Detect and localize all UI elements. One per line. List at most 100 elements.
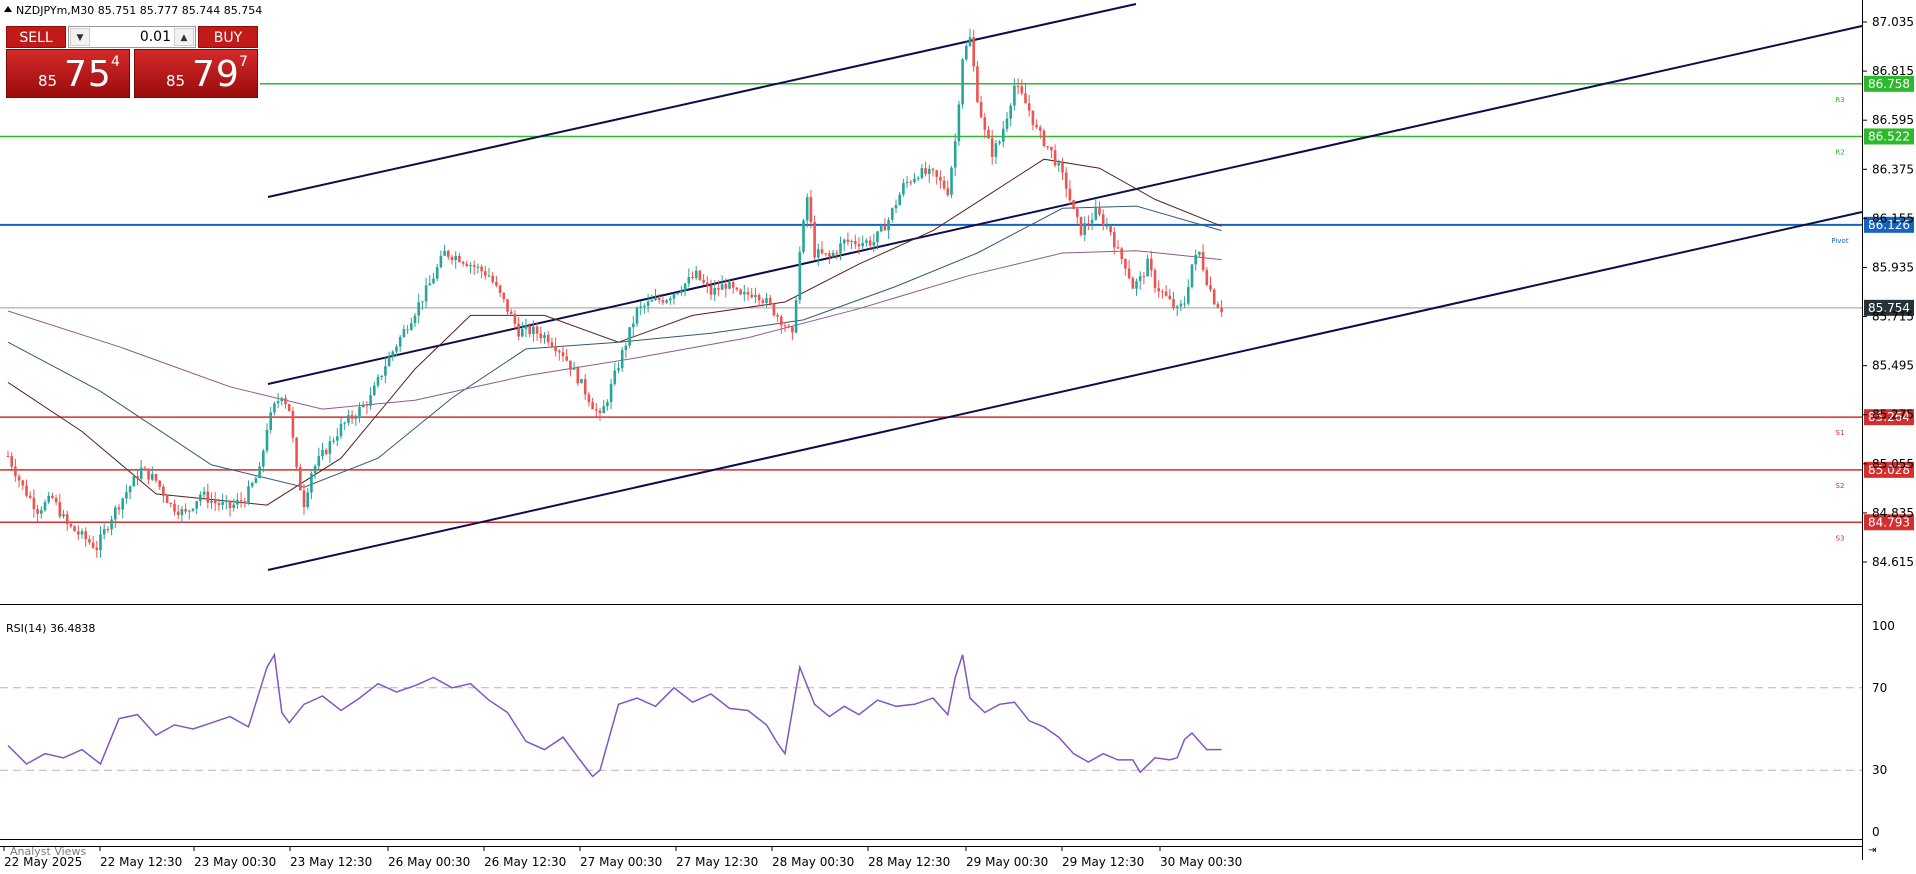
candle-body <box>91 542 95 548</box>
candle-body <box>480 266 483 272</box>
candle-body <box>1057 162 1061 166</box>
candle-body <box>731 282 735 288</box>
candle-body <box>99 534 102 551</box>
candle-body <box>1002 128 1005 142</box>
candle-body <box>550 342 554 347</box>
candle-body <box>336 436 339 441</box>
price-chart[interactable]: 86.758R386.522R286.126Pivot85.264S185.02… <box>0 0 1916 874</box>
candle-body <box>813 222 816 258</box>
candle-body <box>950 167 953 195</box>
candle-body <box>14 466 17 477</box>
price-tick-label: 86.595 <box>1872 113 1914 127</box>
candle-body <box>513 314 517 324</box>
candle-body <box>269 412 272 430</box>
candle-body <box>284 398 287 405</box>
lot-increase-icon[interactable]: ▲ <box>174 28 194 46</box>
candle-body <box>646 301 650 306</box>
candle-body <box>173 503 176 512</box>
lot-decrease-icon[interactable]: ▼ <box>70 28 90 46</box>
candle-body <box>280 398 284 402</box>
candle-body <box>10 456 13 467</box>
candle-body <box>395 346 398 352</box>
sell-button[interactable]: SELL <box>6 26 66 48</box>
sell-price-box[interactable]: 85 75 4 <box>6 49 130 98</box>
candle-body <box>728 282 731 289</box>
time-tick-label: 22 May 2025 <box>4 855 82 869</box>
candle-body <box>576 367 580 384</box>
level-tag-label: S1 <box>1836 429 1845 437</box>
candle-body <box>188 510 191 512</box>
candle-body <box>1109 225 1112 233</box>
candle-body <box>717 288 720 290</box>
candle-body <box>484 271 487 276</box>
candle-body <box>69 524 73 527</box>
buy-price-fraction: 7 <box>239 54 248 70</box>
candle-body <box>561 352 565 357</box>
candle-body <box>291 411 295 438</box>
level-tag-label: S2 <box>1836 482 1845 490</box>
candle-body <box>114 507 117 520</box>
candle-body <box>898 194 901 206</box>
one-click-trading-panel: SELL ▼ 0.01 ▲ BUY 85 75 4 85 79 7 <box>6 26 258 98</box>
buy-button[interactable]: BUY <box>198 26 258 48</box>
candle-body <box>454 255 457 261</box>
candle-body <box>665 300 668 303</box>
candle-body <box>835 252 839 254</box>
candle-body <box>228 500 232 508</box>
level-value-label: 86.758 <box>1868 77 1910 91</box>
candle-body <box>491 275 494 282</box>
lot-size-input[interactable]: 0.01 <box>91 27 171 47</box>
candle-body <box>6 456 10 458</box>
symbol-info-text: NZDJPYm,M30 85.751 85.777 85.744 85.754 <box>16 4 262 17</box>
time-tick-label: 28 May 12:30 <box>868 855 950 869</box>
candle-body <box>828 253 831 257</box>
candle-body <box>321 449 324 457</box>
level-tag-label: S3 <box>1836 534 1845 542</box>
candle-body <box>139 467 143 479</box>
candle-body <box>809 197 813 223</box>
candle-body <box>554 346 557 352</box>
candle-body <box>1031 110 1035 125</box>
candle-body <box>361 404 365 407</box>
candle-body <box>672 293 676 299</box>
price-tick-label: 84.615 <box>1872 555 1914 569</box>
candle-body <box>376 376 380 386</box>
rsi-tick-label: 0 <box>1872 825 1880 839</box>
candle-body <box>428 283 432 286</box>
candle-body <box>1113 232 1116 248</box>
candle-body <box>1209 285 1212 290</box>
candle-body <box>221 501 224 505</box>
price-tick-label: 85.055 <box>1872 457 1914 471</box>
candle-body <box>628 327 631 346</box>
candle-body <box>535 326 539 334</box>
candle-body <box>761 300 765 303</box>
candle-body <box>402 329 406 337</box>
candle-body <box>424 285 428 302</box>
candle-body <box>310 473 313 493</box>
candle-body <box>587 394 591 403</box>
candle-body <box>1016 85 1020 87</box>
candle-body <box>432 278 435 284</box>
time-tick-label: 27 May 12:30 <box>676 855 758 869</box>
candle-body <box>369 395 372 406</box>
lot-size-field[interactable]: ▼ 0.01 ▲ <box>68 26 196 48</box>
candle-body <box>632 323 635 328</box>
candle-body <box>1135 281 1138 289</box>
candle-body <box>217 503 221 505</box>
candle-body <box>1079 216 1083 236</box>
candle-body <box>776 315 779 317</box>
candle-body <box>1072 200 1075 209</box>
candle-body <box>1168 295 1172 299</box>
time-tick-label: 23 May 00:30 <box>194 855 276 869</box>
candle-body <box>565 356 568 361</box>
candle-body <box>447 250 450 257</box>
candle-body <box>243 501 247 504</box>
candle-body <box>21 480 25 486</box>
candle-body <box>365 404 369 406</box>
candle-body <box>47 495 50 503</box>
candle-body <box>1076 208 1079 217</box>
candle-body <box>798 252 802 301</box>
candle-body <box>32 497 36 510</box>
buy-price-box[interactable]: 85 79 7 <box>134 49 258 98</box>
candle-body <box>169 503 173 505</box>
